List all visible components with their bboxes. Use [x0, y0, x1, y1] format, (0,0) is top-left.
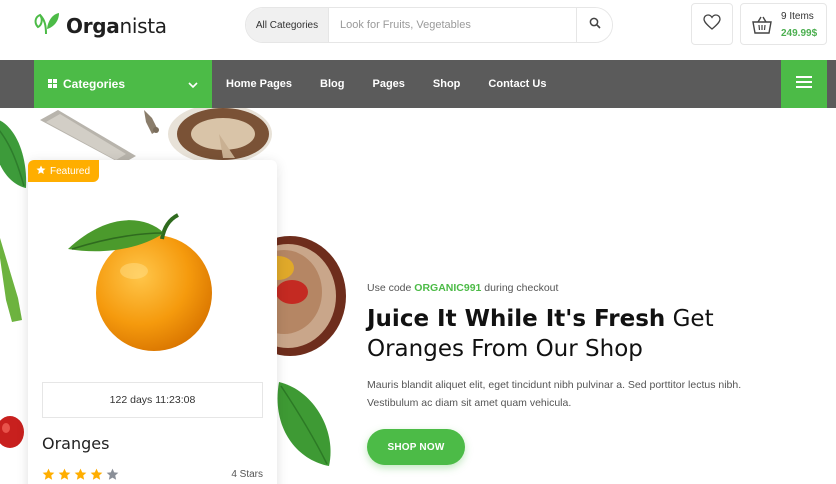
nav-link-shop[interactable]: Shop	[433, 78, 461, 90]
cart-item-count: 9 Items	[781, 11, 814, 22]
search-icon	[589, 16, 601, 34]
nav-link-contact-us[interactable]: Contact Us	[488, 78, 546, 90]
hero-description: Mauris blandit aliquet elit, eget tincid…	[367, 379, 742, 409]
basil-leaf-right-image	[277, 382, 331, 466]
menu-button[interactable]	[781, 60, 827, 108]
featured-badge: Featured	[28, 160, 100, 182]
main-navbar: Categories Home Pages Blog Pages Shop Co…	[0, 60, 836, 108]
search-category-select[interactable]: All Categories	[246, 8, 329, 42]
cart-total: 249.99$	[781, 28, 818, 39]
page: Organista All Categories Look for Fruits…	[0, 0, 836, 484]
hero-headline: Juice It While It's Fresh Get Oranges Fr…	[367, 306, 714, 362]
brand-name: Organista	[66, 13, 167, 38]
nav-link-home-pages[interactable]: Home Pages	[226, 78, 292, 90]
star-filled-icon	[42, 468, 55, 480]
orange-product-image[interactable]	[64, 193, 240, 353]
featured-badge-label: Featured	[50, 165, 91, 177]
search-input[interactable]	[329, 8, 576, 42]
rating-label: 4 Stars	[231, 469, 263, 480]
nav-link-pages[interactable]: Pages	[372, 78, 404, 90]
hamburger-icon	[796, 75, 812, 93]
grid-icon	[48, 77, 57, 91]
rating-stars	[42, 468, 119, 481]
grater-image	[40, 110, 159, 163]
categories-label: Categories	[63, 77, 126, 91]
green-stalk-image	[0, 238, 22, 322]
hero-banner: Featured 122 days 11:23:08 Oranges 4 Sta…	[0, 108, 836, 484]
star-empty-icon	[106, 468, 119, 480]
wishlist-button[interactable]	[691, 3, 733, 45]
promo-code: ORGANIC991	[414, 282, 482, 294]
chevron-down-icon	[188, 78, 198, 92]
star-icon	[36, 165, 46, 178]
chili-pepper-image	[0, 416, 24, 448]
nav-links: Home Pages Blog Pages Shop Contact Us	[226, 60, 574, 108]
star-filled-icon	[74, 468, 87, 480]
categories-dropdown[interactable]: Categories	[34, 60, 212, 108]
star-filled-icon	[58, 468, 71, 480]
cart-button[interactable]: 9 Items 249.99$	[740, 3, 827, 45]
product-card[interactable]: Featured 122 days 11:23:08 Oranges 4 Sta…	[28, 160, 277, 484]
star-filled-icon	[90, 468, 103, 480]
search-button[interactable]	[576, 8, 612, 42]
mushroom-image	[168, 108, 272, 160]
site-header: Organista All Categories Look for Fruits…	[0, 0, 836, 60]
nav-link-blog[interactable]: Blog	[320, 78, 344, 90]
shop-now-button[interactable]: SHOP NOW	[367, 429, 465, 465]
search-bar: All Categories	[245, 7, 613, 43]
heart-icon	[703, 13, 721, 35]
promo-text: Use code ORGANIC991 during checkout	[367, 282, 559, 294]
leaf-logo-icon	[32, 8, 62, 43]
product-name[interactable]: Oranges	[42, 434, 109, 453]
countdown-timer: 122 days 11:23:08	[42, 382, 263, 418]
basket-icon	[751, 15, 773, 40]
spice-bowl-image	[270, 236, 346, 356]
logo[interactable]: Organista	[32, 8, 167, 43]
